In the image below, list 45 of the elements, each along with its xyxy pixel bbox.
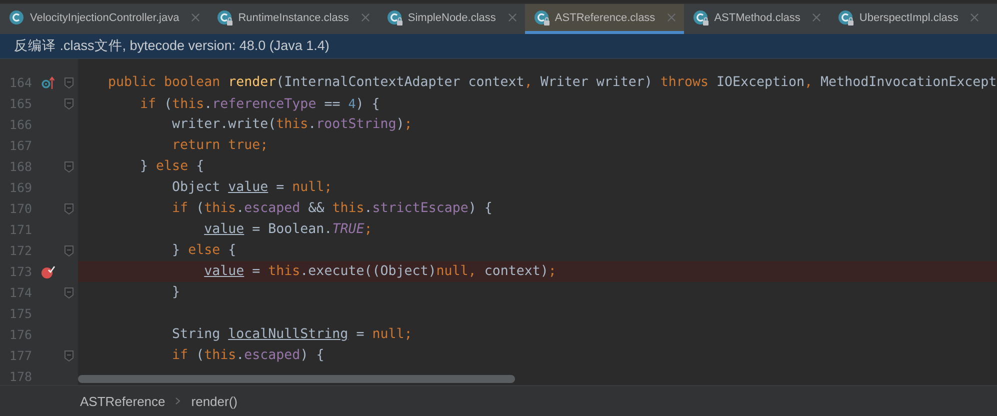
code-line: writer.write(this.rootString); [171,117,412,132]
close-icon[interactable] [667,13,676,22]
fold-icon[interactable] [64,98,74,110]
code-line: } else { [171,243,236,258]
breadcrumb[interactable]: render() [191,394,238,408]
locked-class-icon [386,10,403,26]
code-line: String localNullString = null; [171,327,412,342]
locked-class-icon [693,10,710,26]
code-line: value = this.execute((Object)null, context); [203,264,556,279]
fold-icon[interactable] [64,160,74,172]
locked-class-icon [838,10,854,26]
chevron-icon [175,397,182,405]
editor-tab[interactable]: SimpleNode.class [378,4,525,34]
class-icon [9,10,25,26]
code-line: return true; [171,138,268,153]
banner-text: 反编译 .class文件, bytecode version: 48.0 (Java 1.4) [14,37,330,55]
code-line: } [171,285,180,300]
fold-icon[interactable] [64,350,74,362]
editor-tab[interactable]: ASTMethod.class [684,4,830,34]
breadcrumb[interactable]: ASTReference [80,394,166,408]
close-icon[interactable] [360,13,370,22]
close-icon[interactable] [191,13,200,22]
fold-icon[interactable] [64,286,74,298]
close-icon[interactable] [812,13,822,22]
fold-icon[interactable] [64,202,74,214]
editor-tab[interactable]: VelocityInjectionController.java [0,4,208,34]
code-line: value = Boolean.TRUE; [203,222,372,237]
override-icon[interactable] [41,76,55,90]
fold-icon[interactable] [64,76,74,88]
locked-class-icon [534,10,550,26]
editor-tab[interactable]: UberspectImpl.class [829,4,988,34]
editor-tab[interactable]: ASTReference.class [524,4,684,34]
code-line: } else { [139,159,204,174]
locked-class-icon [217,10,234,26]
breakpoint-icon[interactable] [41,264,55,278]
code-line: if (this.escaped) { [171,348,324,363]
code-line: public boolean render(InternalContextAdapter context, Writer writer) throws IOException, MethodInvocationExcept [108,75,997,90]
editor-tab[interactable]: RuntimeInstance.class [208,4,378,34]
scrollbar-thumb[interactable] [78,375,515,383]
close-icon[interactable] [508,13,517,22]
close-icon[interactable] [970,13,980,22]
fold-icon[interactable] [64,244,74,256]
code-line: if (this.referenceType == 4) { [139,95,380,114]
code-line: Object value = null; [171,180,332,195]
code-line: if (this.escaped && this.strictEscape) { [171,201,492,216]
